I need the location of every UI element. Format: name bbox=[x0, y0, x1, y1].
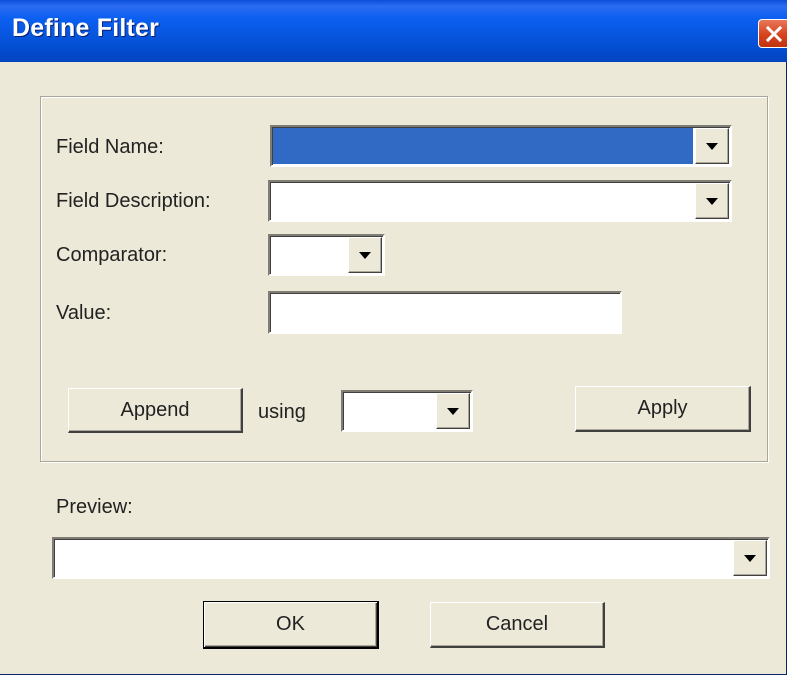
comparator-value bbox=[271, 237, 346, 273]
field-name-dropdown-button[interactable] bbox=[695, 128, 729, 164]
using-combobox[interactable] bbox=[341, 390, 473, 432]
value-input[interactable] bbox=[268, 291, 622, 334]
comparator-dropdown-button[interactable] bbox=[348, 237, 382, 273]
field-name-combobox[interactable] bbox=[270, 125, 732, 167]
define-filter-dialog: Define Filter Field Name: Field Descript… bbox=[0, 0, 787, 675]
using-value bbox=[344, 393, 434, 429]
chevron-down-icon bbox=[359, 252, 371, 259]
comparator-label: Comparator: bbox=[56, 244, 168, 266]
preview-dropdown-button[interactable] bbox=[733, 540, 767, 576]
cancel-button[interactable]: Cancel bbox=[430, 602, 605, 648]
close-button[interactable] bbox=[758, 19, 787, 48]
preview-label: Preview: bbox=[56, 496, 133, 518]
field-name-label: Field Name: bbox=[56, 136, 164, 158]
close-icon bbox=[765, 25, 783, 43]
chevron-down-icon bbox=[744, 555, 756, 562]
ok-button[interactable]: OK bbox=[203, 601, 379, 649]
preview-value bbox=[55, 540, 731, 576]
dialog-title: Define Filter bbox=[12, 14, 160, 42]
using-dropdown-button[interactable] bbox=[436, 393, 470, 429]
title-bar[interactable]: Define Filter bbox=[0, 0, 787, 62]
chevron-down-icon bbox=[706, 198, 718, 205]
field-description-value bbox=[271, 183, 693, 219]
value-label: Value: bbox=[56, 302, 112, 324]
using-label: using bbox=[258, 401, 306, 423]
field-description-combobox[interactable] bbox=[268, 180, 732, 222]
field-name-selected-value bbox=[273, 128, 693, 164]
append-button[interactable]: Append bbox=[68, 388, 243, 433]
field-description-dropdown-button[interactable] bbox=[695, 183, 729, 219]
preview-combobox[interactable] bbox=[52, 537, 770, 579]
comparator-combobox[interactable] bbox=[268, 234, 385, 276]
apply-button[interactable]: Apply bbox=[575, 386, 751, 432]
chevron-down-icon bbox=[706, 143, 718, 150]
field-description-label: Field Description: bbox=[56, 190, 211, 212]
chevron-down-icon bbox=[447, 408, 459, 415]
